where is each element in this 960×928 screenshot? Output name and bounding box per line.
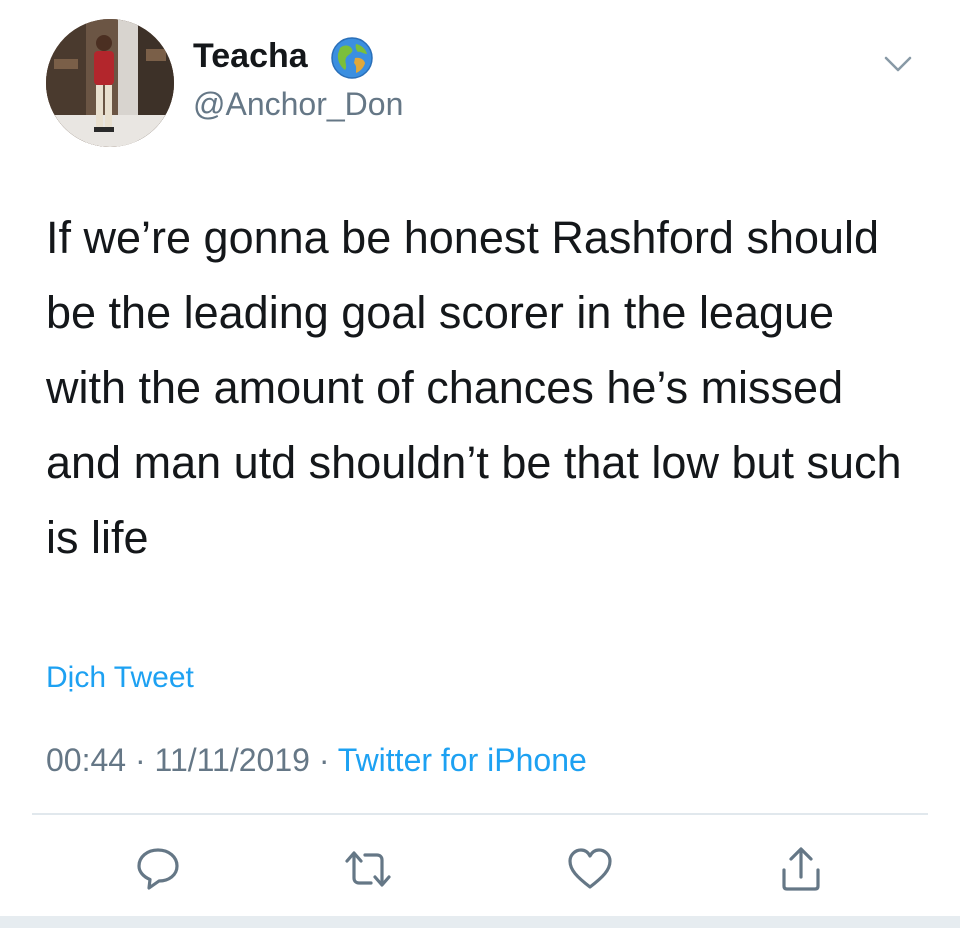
tweet-card: Teacha @Anchor_Don If we’re gonna be hon… — [0, 0, 960, 916]
display-name[interactable]: Teacha — [193, 36, 308, 76]
chevron-down-icon[interactable] — [880, 50, 916, 78]
meta-separator: · — [309, 742, 338, 778]
like-button[interactable] — [565, 844, 615, 894]
tweet-source-link[interactable]: Twitter for iPhone — [338, 742, 587, 778]
retweet-icon — [345, 851, 391, 887]
bottom-strip — [0, 916, 960, 928]
share-button[interactable] — [776, 844, 826, 894]
heart-icon — [568, 848, 612, 889]
reply-icon — [137, 848, 179, 890]
meta-separator: · — [126, 742, 155, 778]
globe-icon — [330, 36, 374, 80]
divider — [32, 813, 928, 815]
tweet-date: 11/11/2019 — [154, 742, 310, 778]
avatar-photo — [46, 19, 174, 147]
reply-button[interactable] — [133, 844, 183, 894]
avatar[interactable] — [46, 19, 174, 147]
tweet-meta: 00:44 · 11/11/2019 · Twitter for iPhone — [46, 738, 587, 782]
tweet-time: 00:44 — [46, 742, 127, 778]
share-icon — [782, 847, 820, 891]
translate-tweet-link[interactable]: Dịch Tweet — [46, 658, 194, 698]
user-handle[interactable]: @Anchor_Don — [193, 84, 403, 124]
retweet-button[interactable] — [343, 844, 393, 894]
tweet-text: If we’re gonna be honest Rashford should… — [46, 212, 915, 563]
